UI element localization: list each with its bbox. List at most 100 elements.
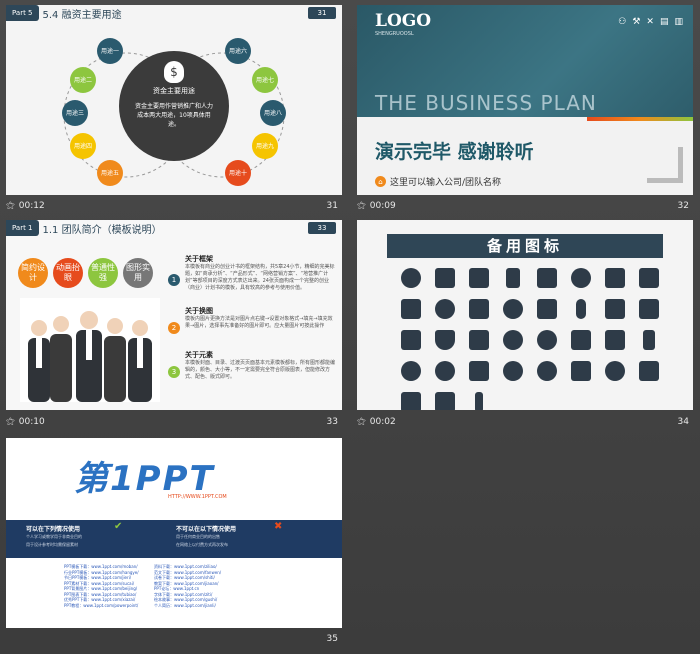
- presentation-icon: [469, 330, 489, 350]
- slide-number-badge: 33: [308, 222, 336, 234]
- info-item: 1 关于框架 本模板有商业的创业计书的框架结构，共5章24小节，精细的完美标题，…: [168, 254, 336, 306]
- calendar-icon: [435, 392, 455, 410]
- slide-thumbnail-35[interactable]: 第1PPT HTTP://WWW.1PPT.COM 可以在下列情况使用 ✔ 个人…: [6, 438, 342, 628]
- tools-icon: [537, 299, 557, 319]
- pie-chart-icon: [503, 330, 523, 350]
- link[interactable]: 绘本故事：www.1ppt.com/gushi/: [154, 597, 221, 603]
- compass-icon: [571, 330, 591, 350]
- item-body: 本模板有商业的创业计书的框架结构，共5章24小节，精细的完美标题，如“商承分析”…: [185, 264, 335, 291]
- slide-timing: 00:10: [18, 417, 45, 427]
- icon-grid: [401, 268, 661, 410]
- folder-icon: [469, 299, 489, 319]
- columns-icon: [605, 268, 625, 288]
- head-gear-icon: [503, 299, 523, 319]
- books-icon: [537, 268, 557, 288]
- thumbs-up-icon: [639, 299, 659, 319]
- slide-thumbnail-32[interactable]: LOGO SHENGRUOOSL ⚇ ⚒ ✕ ▤ ▥ THE BUSINESS PLAN…: [357, 5, 693, 195]
- slide-thumbnail-34[interactable]: 备用图标: [357, 220, 693, 410]
- home-icon: ⌂: [375, 176, 386, 187]
- logo: LOGO: [375, 11, 432, 31]
- cash-register-icon: [605, 299, 625, 319]
- slide-index: 33: [326, 417, 338, 427]
- allowed-title: 可以在下列情况使用: [26, 526, 81, 533]
- info-icon: [435, 361, 455, 381]
- wrench-icon: ✕: [646, 17, 654, 27]
- node-7: 用途七: [252, 67, 278, 93]
- pen-icon: [475, 392, 483, 410]
- part-label: Part 1: [6, 220, 39, 236]
- lock-icon: [639, 361, 659, 381]
- item-title: 关于元素: [185, 351, 213, 359]
- item-number: 1: [168, 274, 180, 286]
- slide-meta-33: ⚝ 00:10 33: [6, 413, 342, 431]
- tag-4: 图形实用: [123, 258, 153, 288]
- cover-banner: LOGO SHENGRUOOSL ⚇ ⚒ ✕ ▤ ▥ THE BUSINESS PLAN: [357, 5, 693, 117]
- forbidden-line-2: 在网络上以付费方式再次发布: [176, 542, 228, 547]
- org-chart-icon: ⚇: [618, 17, 627, 27]
- link[interactable]: PPT教程：www.1ppt.com/powerpoint/: [64, 603, 139, 609]
- center-disk: $ 资金主要用途 资金主要用作营销推广和人力成本两大用途，10项具体用途。: [119, 51, 229, 161]
- info-item: 3 关于元素 本模板封面、目录、过渡页页面基本元素模板都标，所有图形都能编辑的，…: [168, 350, 336, 381]
- chat-bubbles-icon: [537, 361, 557, 381]
- usage-bar: 可以在下列情况使用 ✔ 个人学习或教学用于非商业目的 用于设计参考时均需保留素材…: [6, 520, 342, 558]
- slide-meta-32: ⚝ 00:09 32: [357, 197, 693, 215]
- transition-icon: ⚝: [6, 201, 15, 211]
- node-4: 用途四: [70, 133, 96, 159]
- allowed-line-2: 用于设计参考时均需保留素材: [26, 542, 78, 547]
- search-chart-icon: [537, 330, 557, 350]
- transition-icon: ⚝: [357, 201, 366, 211]
- slide-thumbnail-33[interactable]: Part 1 1.1 团队简介（模板说明） 33 简约设计 动画抬眼 普通性强 …: [6, 220, 342, 410]
- center-title: 资金主要用途: [153, 87, 195, 95]
- link[interactable]: PPT背景图片：www.1ppt.com/beijing/: [64, 586, 139, 592]
- info-list: 1 关于框架 本模板有商业的创业计书的框架结构，共5章24小节，精细的完美标题，…: [168, 254, 336, 381]
- slide-meta-31: ⚝ 00:12 31: [6, 197, 342, 215]
- arrow-down-right-icon: [647, 147, 683, 183]
- slide-index: 31: [326, 201, 338, 211]
- trash-icon: ▥: [674, 17, 683, 27]
- allowed-line-1: 个人学习或教学用于非商业目的: [26, 534, 82, 539]
- accent-stripe: [587, 117, 693, 121]
- hierarchy-icon: [401, 299, 421, 319]
- slide-index: 35: [326, 634, 338, 644]
- link[interactable]: 优秀PPT下载：www.1ppt.com/xiazai/: [64, 597, 139, 603]
- slide-meta-35: 35: [6, 630, 342, 648]
- tag-3: 普通性强: [88, 258, 118, 288]
- item-body: 模板内图片更换方法是对图片点右键→设置对象格式→填充→填充效果→图片，选择事先准…: [185, 316, 333, 329]
- tag-2: 动画抬眼: [53, 258, 83, 288]
- link[interactable]: PPT模板下载：www.1ppt.com/moban/: [64, 564, 139, 570]
- slide-index: 32: [677, 201, 689, 211]
- link[interactable]: 个人简历：www.1ppt.com/jianli/: [154, 603, 221, 609]
- slide-timing: 00:09: [369, 201, 396, 211]
- link[interactable]: 试卷下载：www.1ppt.com/shiti/: [154, 575, 221, 581]
- transition-icon: ⚝: [357, 417, 366, 427]
- monitor-user-icon: [435, 268, 455, 288]
- microscope-icon: [506, 268, 520, 288]
- recycle-icon: [503, 361, 523, 381]
- banner-text: THE BUSINESS PLAN: [375, 91, 597, 115]
- heart-plus-icon: [401, 268, 421, 288]
- clock-icon: [571, 268, 591, 288]
- closing-heading: 演示完毕 感谢聆听: [375, 141, 534, 163]
- people-icon: [401, 392, 421, 410]
- slide-index: 34: [677, 417, 689, 427]
- item-title: 关于框架: [185, 255, 213, 263]
- node-1: 用途一: [97, 38, 123, 64]
- item-body: 本模板封面、目录、过渡页页面基本元素模板都标，所有图形都能编辑的，颜色、大小等，…: [185, 360, 336, 380]
- link[interactable]: 节日PPT模板：www.1ppt.com/jieri/: [64, 575, 139, 581]
- slide-timing: 00:02: [369, 417, 396, 427]
- brand-wordmark: 第1PPT: [74, 459, 215, 499]
- node-5: 用途五: [97, 160, 123, 186]
- item-title: 关于换图: [185, 307, 213, 315]
- node-2: 用途二: [70, 67, 96, 93]
- monitor-icon: [469, 361, 489, 381]
- slide-timing: 00:12: [18, 201, 45, 211]
- forbidden-title: 不可以在以下情况使用: [176, 526, 237, 533]
- clipboard-icon: [469, 268, 489, 288]
- group-icon: [435, 299, 455, 319]
- subline: ⌂ 这里可以输入公司/团队名称: [375, 175, 501, 188]
- tag-row: 简约设计 动画抬眼 普通性强 图形实用: [18, 258, 153, 288]
- slide-thumbnail-31[interactable]: Part 5 5.4 融资主要用途 31 $ 资金主要用途 资金主要用作营销推广…: [6, 5, 342, 195]
- document-search-icon: [401, 330, 421, 350]
- slide-header: Part 1 1.1 团队简介（模板说明） 33: [6, 220, 342, 236]
- link[interactable]: 资料下载：www.1ppt.com/ziliao/: [154, 564, 221, 570]
